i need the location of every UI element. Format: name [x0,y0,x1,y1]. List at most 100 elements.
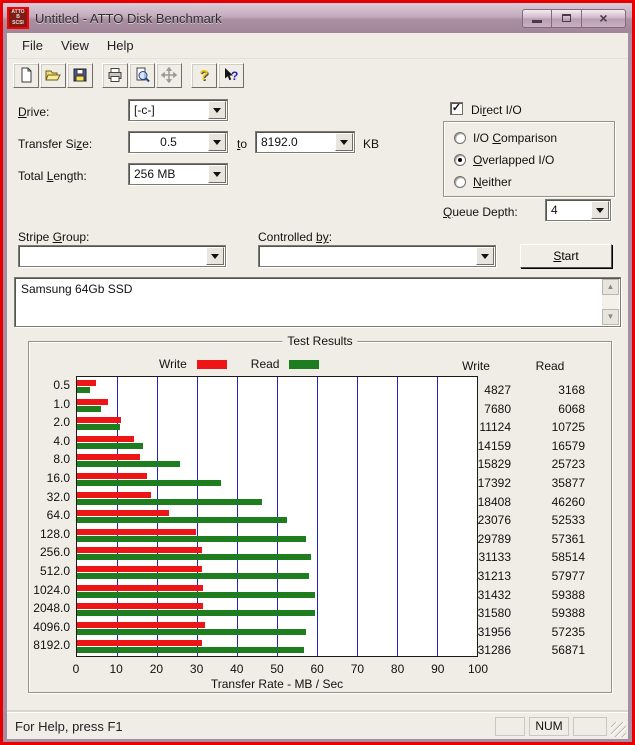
help-icon: ? [199,66,209,84]
start-button[interactable]: Start [520,244,612,268]
total-length-select[interactable]: 256 MB [128,163,228,185]
transfer-size-from-select[interactable]: 0.5 [128,131,228,153]
minimize-button[interactable] [522,8,552,28]
radio-option-i-o-comparison[interactable]: I/O Comparison [454,131,557,145]
radio-option-neither[interactable]: Neither [454,175,512,189]
y-tick-label: 4096.0 [33,619,70,634]
write-bar [77,473,147,479]
print-button[interactable] [102,62,128,88]
description-field[interactable]: Samsung 64Gb SSD ▲ ▼ [14,277,621,327]
total-length-value: 256 MB [134,167,176,181]
read-value: 56871 [551,643,585,658]
drive-select[interactable]: [-c-] [128,99,228,121]
read-value: 16579 [551,438,585,453]
read-value: 6068 [558,401,585,416]
menu-item-view[interactable]: View [52,34,98,57]
read-value: 57361 [551,531,585,546]
description-scrollbar[interactable]: ▲ ▼ [602,279,619,325]
legend-write-label: Write [159,357,187,371]
save-file-button[interactable] [67,62,93,88]
direct-io-label: Direct I/O [471,103,522,117]
read-value: 59388 [551,606,585,621]
transfer-size-unit: KB [363,137,380,151]
radio-icon [454,154,466,166]
x-tick-label: 100 [467,662,489,676]
y-tick-label: 64.0 [46,508,70,523]
move-button[interactable] [156,62,182,88]
menu-item-help[interactable]: Help [98,34,143,57]
write-bar [77,566,202,572]
x-tick-label: 30 [189,662,204,676]
status-message: For Help, press F1 [15,718,123,734]
read-bar [77,554,312,561]
maximize-button[interactable] [552,8,582,28]
controlled-by-dropdown-arrow[interactable] [476,247,494,265]
open-file-button[interactable] [40,62,66,88]
write-column-header: Write [462,359,490,373]
scroll-down-icon[interactable]: ▼ [602,309,619,325]
new-document-button[interactable] [13,62,39,88]
write-bar [77,603,204,610]
read-value: 58514 [551,550,585,565]
description-text: Samsung 64Gb SSD [21,282,133,296]
direct-io-checkbox[interactable]: ✓ [450,102,463,115]
write-value: 29789 [477,531,511,546]
print-preview-button[interactable] [129,62,155,88]
close-button[interactable]: × [582,8,626,28]
queue-depth-dropdown-arrow[interactable] [591,201,609,219]
write-bar [77,398,108,405]
stripe-group-dropdown-arrow[interactable] [206,247,224,265]
x-tick-label: 70 [350,662,365,676]
y-tick-label: 2.0 [53,415,70,430]
drive-label: Drive: [18,105,50,119]
save-file-icon [73,68,87,82]
read-bar [77,461,180,468]
transfer-to-dropdown-arrow[interactable] [335,133,353,151]
app-icon[interactable]: ATTO B SCSI [7,7,29,29]
x-tick-label: 0 [72,662,80,676]
y-tick-label: 8192.0 [33,638,70,653]
read-value: 35877 [551,475,585,490]
write-bar [77,510,170,517]
minimize-icon [532,19,542,23]
write-value: 23076 [477,513,511,528]
y-tick-label: 1.0 [53,396,70,411]
write-value: 31133 [478,550,511,565]
scroll-up-icon[interactable]: ▲ [602,279,619,295]
help-button[interactable]: ? [191,62,217,88]
resize-grip-icon[interactable] [611,722,626,737]
menu-item-file[interactable]: File [13,34,52,57]
gridline [357,377,358,656]
open-file-icon [45,70,61,81]
print-preview-icon [136,67,150,83]
drive-dropdown-arrow[interactable] [208,101,226,119]
read-bar [77,387,90,393]
transfer-size-to-select[interactable]: 8192.0 [255,131,355,153]
status-bar: For Help, press F1 NUM [7,712,628,739]
radio-icon [454,132,466,144]
write-value: 31580 [477,606,511,621]
y-tick-label: 32.0 [46,489,70,504]
queue-depth-select[interactable]: 4 [545,199,611,221]
stripe-group-select[interactable] [18,245,226,267]
write-bar [77,380,97,386]
read-value: 52533 [551,513,585,528]
context-help-button[interactable]: ? [218,62,244,88]
x-axis-ticks: 0 10 20 30 40 50 60 70 80 90 100 [72,662,488,676]
transfer-from-dropdown-arrow[interactable] [208,133,226,151]
radio-option-overlapped-i-o[interactable]: Overlapped I/O [454,153,554,167]
drive-value: [-c-] [134,103,155,117]
app-icon-line: SCSI [12,19,24,26]
test-results-title: Test Results [282,334,358,348]
status-pane-empty [495,716,525,736]
gridline [317,377,318,656]
read-bar [77,573,309,579]
write-value: 31286 [477,643,511,658]
controlled-by-select[interactable] [258,245,496,267]
svg-text:?: ? [231,69,238,83]
y-tick-label: 16.0 [46,470,70,485]
legend-read-label: Read [250,357,280,371]
total-length-dropdown-arrow[interactable] [208,165,226,183]
title-bar[interactable]: ATTO B SCSI Untitled - ATTO Disk Benchma… [3,3,632,33]
status-pane-empty [573,716,607,736]
